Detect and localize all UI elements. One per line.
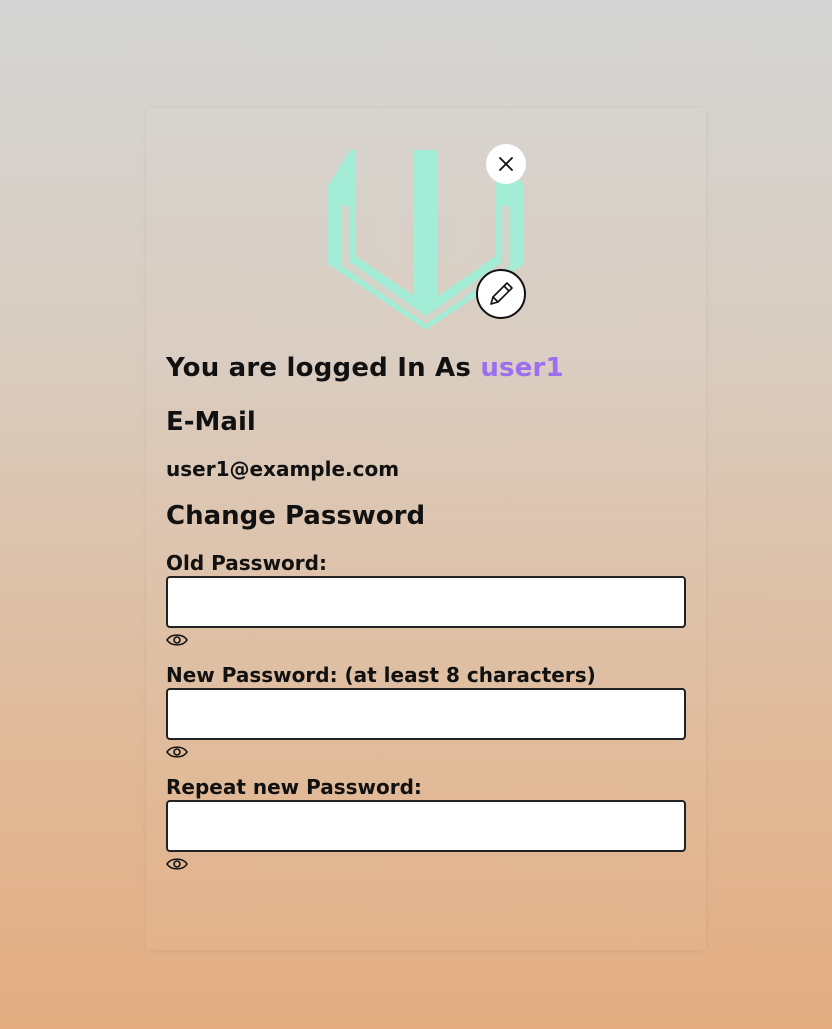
new-password-input[interactable] (166, 688, 686, 740)
repeat-password-label: Repeat new Password: (166, 775, 422, 799)
email-heading: E-Mail (166, 407, 256, 437)
old-password-group: Old Password: (166, 550, 686, 648)
repeat-password-input[interactable] (166, 800, 686, 852)
username: user1 (480, 353, 564, 383)
eye-icon[interactable] (166, 632, 188, 648)
eye-icon[interactable] (166, 744, 188, 760)
close-icon (499, 157, 513, 171)
profile-content: You are logged In As user1 E-Mail user1@… (166, 348, 686, 872)
new-password-group: New Password: (at least 8 characters) (166, 662, 686, 760)
change-password-heading: Change Password (166, 501, 426, 531)
pencil-icon (490, 282, 513, 305)
old-password-label: Old Password: (166, 551, 327, 575)
old-password-input[interactable] (166, 576, 686, 628)
logged-in-heading: You are logged In As user1 (166, 348, 686, 388)
logged-in-prefix: You are logged In As (166, 353, 472, 383)
email-value: user1@example.com (166, 457, 400, 481)
eye-icon[interactable] (166, 856, 188, 872)
close-button[interactable] (486, 144, 526, 184)
edit-avatar-button[interactable] (476, 269, 526, 319)
repeat-password-group: Repeat new Password: (166, 774, 686, 872)
new-password-label: New Password: (at least 8 characters) (166, 663, 596, 687)
